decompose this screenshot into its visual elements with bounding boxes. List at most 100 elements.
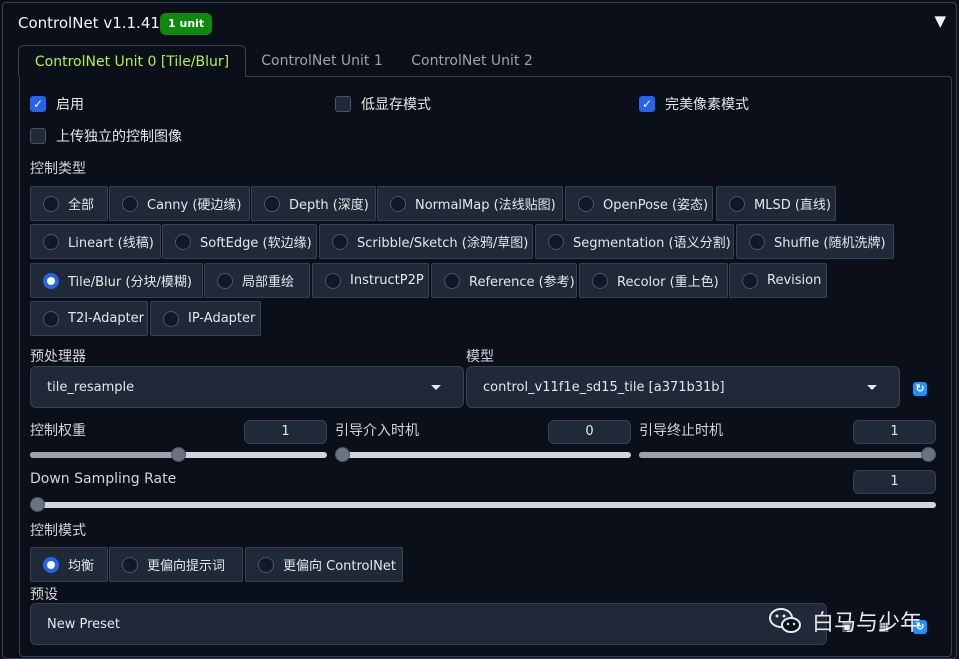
down-sampling-label: Down Sampling Rate — [30, 471, 177, 487]
option-label: 均衡 — [68, 559, 95, 574]
control-type-option[interactable]: Depth (深度) — [251, 186, 376, 221]
tab-unit-0[interactable]: ControlNet Unit 0 [Tile/Blur] — [18, 45, 246, 77]
upload-independent-checkbox[interactable]: 上传独立的控制图像 — [30, 126, 182, 146]
radio-icon — [548, 233, 564, 250]
weight-slider[interactable] — [30, 447, 327, 462]
option-label: InstructP2P — [350, 273, 424, 288]
control-type-label: 控制类型 — [30, 161, 86, 177]
checkbox-icon — [335, 96, 351, 112]
control-type-option[interactable]: SoftEdge (软边缘) — [162, 224, 317, 259]
guidance-start-input[interactable]: 0 — [548, 420, 631, 444]
control-type-option[interactable]: MLSD (直线) — [716, 186, 836, 221]
option-label: Depth (深度) — [289, 198, 369, 213]
radio-icon — [332, 233, 348, 250]
unit-count-badge: 1 unit — [160, 13, 213, 35]
control-type-option[interactable]: Lineart (线稿) — [30, 224, 161, 259]
tab-unit-2[interactable]: ControlNet Unit 2 — [402, 45, 542, 77]
guidance-start-label: 引导介入时机 — [335, 423, 419, 439]
radio-selected-icon — [43, 556, 59, 573]
option-label: Recolor (重上色) — [617, 275, 719, 290]
preprocessor-value: tile_resample — [47, 379, 135, 395]
preprocessor-label: 预处理器 — [30, 349, 86, 365]
model-dropdown[interactable]: control_v11f1e_sd15_tile [a371b31b] — [466, 366, 900, 408]
radio-icon — [578, 195, 594, 212]
refresh-icon[interactable]: ↻ — [913, 382, 927, 396]
option-label: 更偏向提示词 — [147, 559, 226, 574]
control-type-option[interactable]: Scribble/Sketch (涂鸦/草图) — [319, 224, 533, 259]
option-label: 全部 — [68, 198, 95, 213]
control-type-option[interactable]: T2I-Adapter — [30, 301, 148, 336]
control-type-option[interactable]: Shuffle (随机洗牌) — [736, 224, 894, 259]
checkmark-icon: ✓ — [30, 96, 46, 112]
radio-icon — [43, 310, 59, 327]
option-label: Canny (硬边缘) — [147, 198, 242, 213]
option-label: 局部重绘 — [242, 275, 295, 290]
guidance-start-slider[interactable] — [335, 447, 631, 462]
radio-icon — [163, 310, 179, 327]
option-label: 更偏向 ControlNet — [283, 559, 396, 574]
slider-thumb[interactable] — [921, 447, 936, 462]
chevron-down-icon — [867, 385, 877, 390]
checkbox-icon — [30, 128, 46, 144]
triangle-down-icon[interactable]: ▼ — [934, 12, 946, 30]
control-type-option[interactable]: 全部 — [30, 186, 108, 221]
low-vram-checkbox[interactable]: 低显存模式 — [335, 94, 431, 114]
radio-icon — [43, 233, 59, 250]
option-label: Shuffle (随机洗牌) — [774, 236, 886, 251]
option-label: MLSD (直线) — [754, 198, 831, 213]
control-mode-option[interactable]: 更偏向提示词 — [109, 547, 243, 582]
control-type-option[interactable]: Recolor (重上色) — [579, 263, 728, 298]
model-value: control_v11f1e_sd15_tile [a371b31b] — [483, 379, 725, 395]
radio-icon — [122, 556, 138, 573]
pixel-perfect-checkbox[interactable]: ✓ 完美像素模式 — [639, 94, 749, 114]
down-sampling-slider[interactable] — [30, 497, 936, 512]
checkmark-icon: ✓ — [639, 96, 655, 112]
radio-icon — [729, 195, 745, 212]
slider-thumb[interactable] — [335, 447, 350, 462]
guidance-end-input[interactable]: 1 — [853, 420, 936, 444]
control-type-option[interactable]: Revision — [729, 263, 827, 298]
radio-icon — [264, 195, 280, 212]
weight-input[interactable]: 1 — [244, 420, 327, 444]
tab-unit-1[interactable]: ControlNet Unit 1 — [252, 45, 392, 77]
low-vram-label: 低显存模式 — [361, 97, 431, 113]
control-type-option[interactable]: Canny (硬边缘) — [109, 186, 250, 221]
control-type-option[interactable]: 局部重绘 — [204, 263, 310, 298]
control-type-option[interactable]: Segmentation (语义分割) — [535, 224, 734, 259]
wechat-icon — [769, 608, 801, 633]
preset-dropdown[interactable]: New Preset — [30, 603, 827, 645]
enable-checkbox[interactable]: ✓ 启用 — [30, 94, 84, 114]
control-type-option[interactable]: InstructP2P — [312, 263, 429, 298]
model-label: 模型 — [466, 349, 494, 365]
control-mode-option-selected[interactable]: 均衡 — [30, 547, 108, 582]
radio-icon — [390, 195, 406, 212]
control-type-option[interactable]: OpenPose (姿态) — [565, 186, 713, 221]
preprocessor-dropdown[interactable]: tile_resample — [30, 366, 464, 408]
option-label: T2I-Adapter — [68, 311, 145, 326]
radio-icon — [258, 556, 274, 573]
option-label: SoftEdge (软边缘) — [200, 236, 312, 251]
slider-fill — [30, 452, 179, 458]
control-type-option[interactable]: Reference (参考) — [431, 263, 577, 298]
guidance-end-slider[interactable] — [639, 447, 936, 462]
down-sampling-input[interactable]: 1 — [853, 470, 936, 494]
control-type-option[interactable]: NormalMap (法线贴图) — [377, 186, 563, 221]
option-label: Tile/Blur (分块/模糊) — [68, 275, 192, 290]
slider-thumb[interactable] — [30, 497, 45, 512]
guidance-end-label: 引导终止时机 — [639, 423, 723, 439]
radio-icon — [175, 233, 191, 250]
option-label: Scribble/Sketch (涂鸦/草图) — [357, 236, 529, 251]
panel-title[interactable]: ControlNet v1.1.410 — [18, 14, 169, 32]
slider-thumb[interactable] — [171, 447, 186, 462]
control-type-option[interactable]: IP-Adapter — [150, 301, 261, 336]
control-mode-option[interactable]: 更偏向 ControlNet — [245, 547, 403, 582]
control-type-option-selected[interactable]: Tile/Blur (分块/模糊) — [30, 263, 203, 298]
radio-icon — [217, 272, 233, 289]
radio-icon — [444, 272, 460, 289]
weight-label: 控制权重 — [30, 423, 86, 439]
slider-fill — [639, 452, 936, 458]
radio-icon — [592, 272, 608, 289]
preset-value: New Preset — [47, 616, 121, 632]
option-label: OpenPose (姿态) — [603, 198, 709, 213]
option-label: Revision — [767, 273, 822, 288]
